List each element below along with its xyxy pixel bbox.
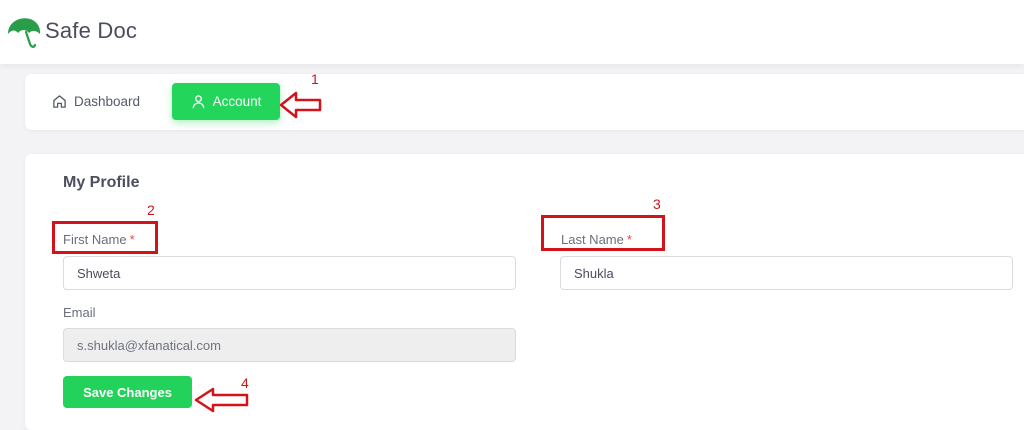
save-changes-button[interactable]: Save Changes: [63, 376, 192, 408]
nav-item-dashboard[interactable]: Dashboard: [52, 89, 140, 113]
annotation-number-3: 3: [653, 196, 661, 212]
email-label: Email: [63, 305, 96, 320]
annotation-arrow-left-icon: [279, 91, 322, 119]
nav-item-label: Account: [212, 94, 262, 109]
user-icon: [192, 95, 204, 109]
top-bar: Safe Doc: [0, 0, 1024, 64]
umbrella-logo-icon: [8, 18, 41, 48]
nav-item-account[interactable]: Account: [172, 83, 280, 120]
annotation-number-1: 1: [311, 71, 319, 87]
nav-item-label: Dashboard: [74, 93, 141, 109]
annotation-number-2: 2: [147, 202, 155, 218]
annotation-box-first-name: [52, 221, 158, 254]
annotation-box-last-name: [541, 215, 665, 251]
home-icon: [53, 94, 66, 108]
app-title: Safe Doc: [45, 18, 138, 43]
first-name-input[interactable]: [63, 256, 516, 290]
last-name-input[interactable]: [560, 256, 1013, 290]
email-input: [63, 328, 516, 362]
card-title: My Profile: [63, 174, 140, 191]
annotation-arrow-left-icon: [194, 387, 249, 413]
